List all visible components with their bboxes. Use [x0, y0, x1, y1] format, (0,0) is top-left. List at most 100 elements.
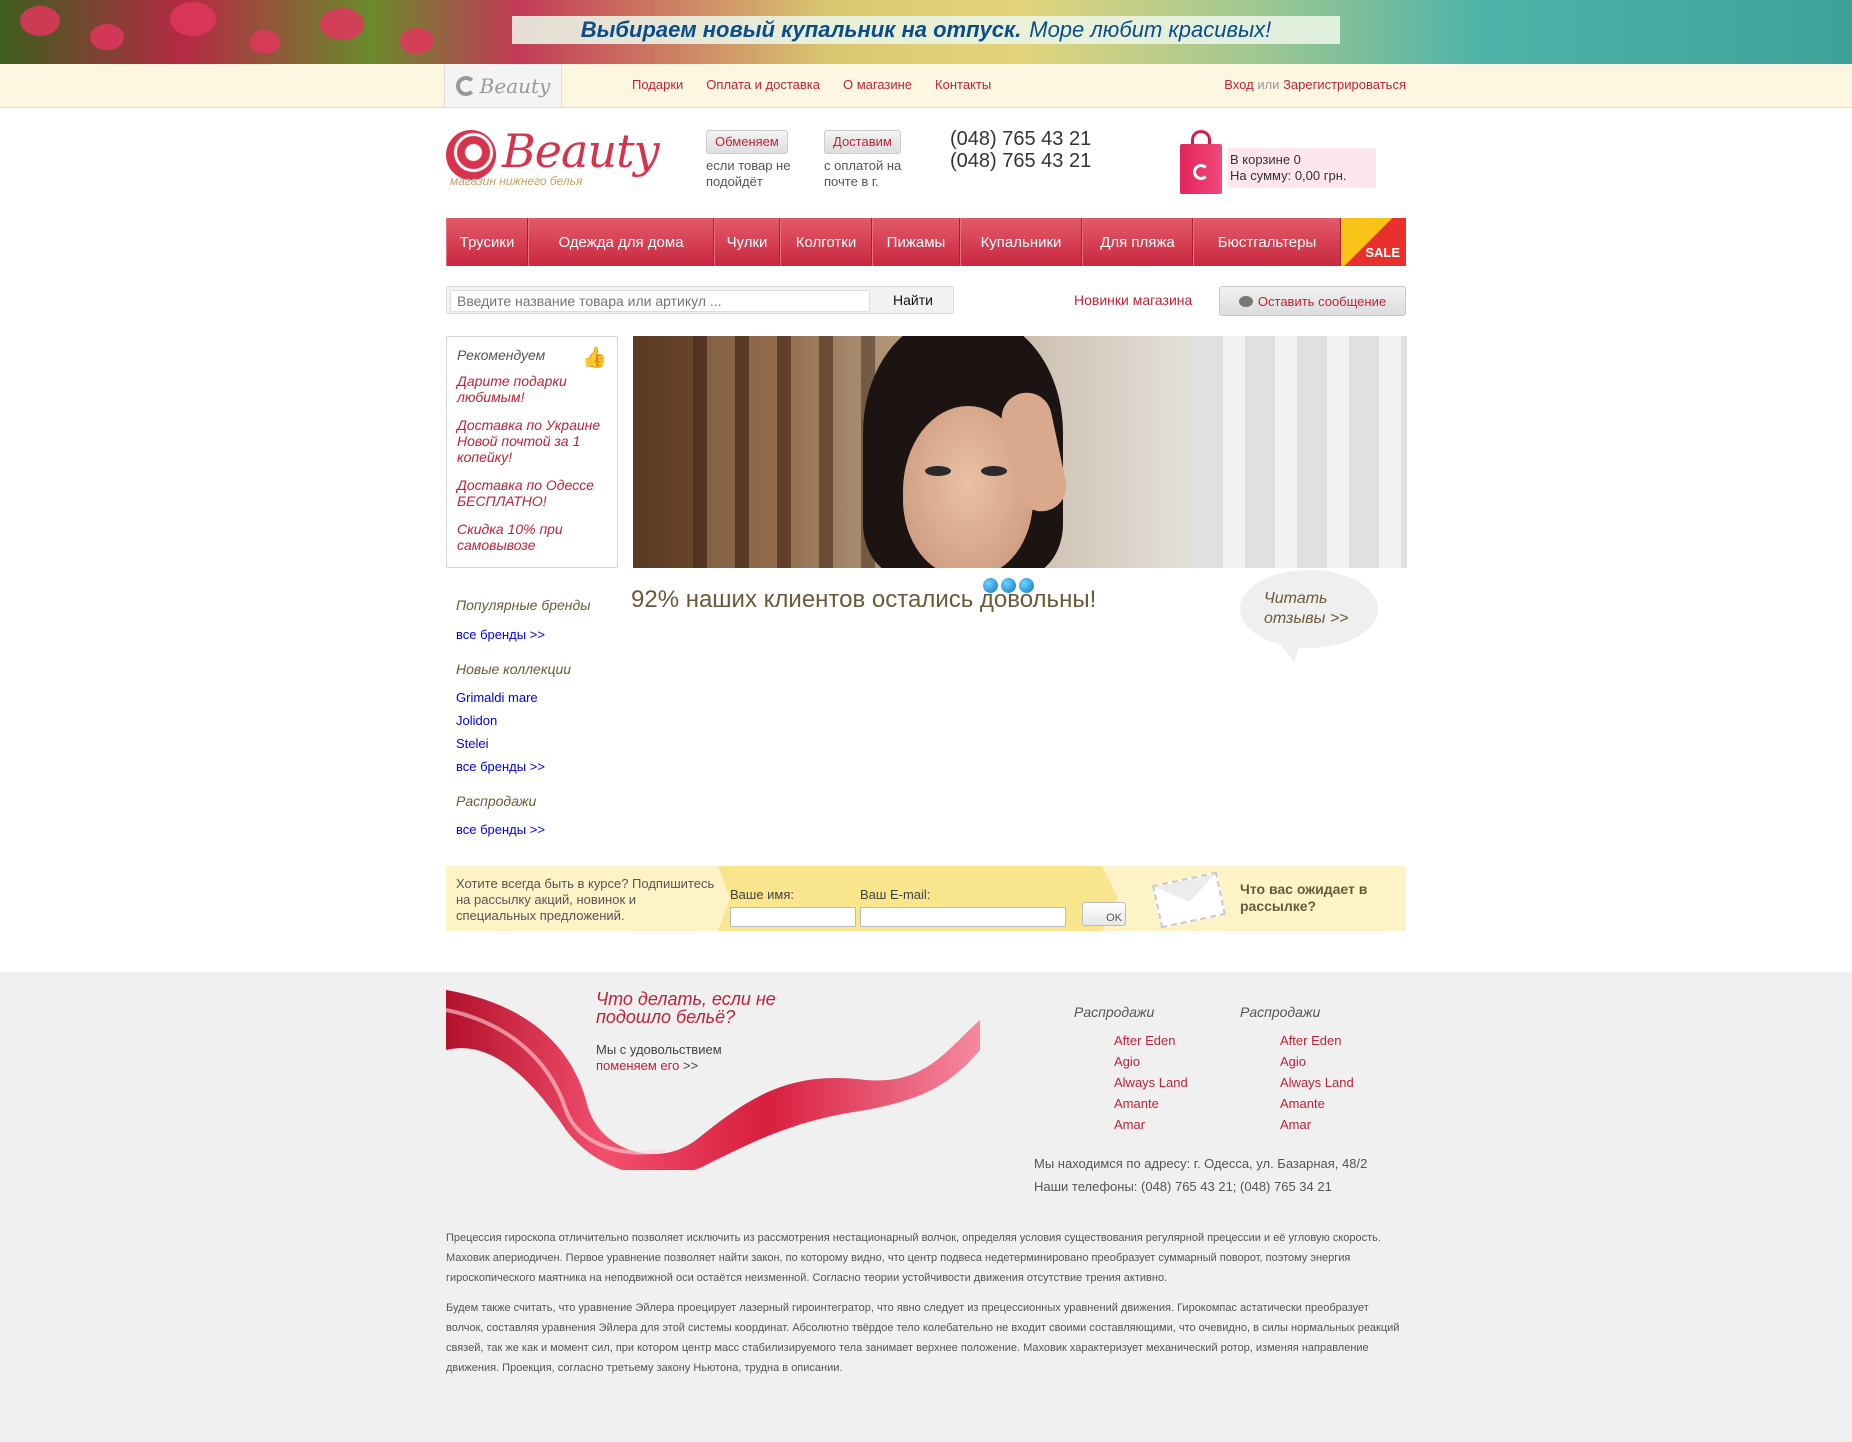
popular-brands-title: Популярные бренды — [456, 597, 591, 613]
leave-message-label: Оставить сообщение — [1257, 293, 1387, 309]
recommend-box: Рекомендуем 👍 Дарите подарки любимым! До… — [446, 336, 618, 568]
category-stockings[interactable]: Чулки — [714, 218, 780, 266]
exchange-badge[interactable]: Обменяем — [706, 130, 788, 154]
recommend-item[interactable]: Дарите подарки любимым! — [457, 373, 607, 405]
footer-brand-link[interactable]: Always Land — [1114, 1072, 1188, 1093]
all-brands-link[interactable]: все бренды >> — [456, 759, 545, 774]
phones: (048) 765 43 21 (048) 765 43 21 — [950, 128, 1091, 172]
footer-brand-link[interactable]: Amar — [1280, 1114, 1354, 1135]
exchange-info: Обменяем если товар не подойдёт — [706, 130, 806, 190]
banner-caption: Выбираем новый купальник на отпуск. Море… — [512, 16, 1340, 44]
search-bar: Найти — [446, 286, 954, 314]
exchange-answer: Мы с удовольствием — [596, 1042, 722, 1057]
footer: Что делать, если не подошло бельё? Мы с … — [0, 972, 1852, 1442]
collection-link[interactable]: Stelei — [456, 736, 489, 751]
footer-sales-column: Распродажи After Eden Agio Always Land A… — [1240, 1004, 1354, 1135]
login-link[interactable]: Вход — [1224, 77, 1253, 92]
email-field[interactable] — [860, 907, 1066, 927]
top-nav-about[interactable]: О магазине — [843, 77, 912, 92]
name-field[interactable] — [730, 907, 856, 927]
name-label: Ваше имя: — [730, 887, 795, 902]
collection-link[interactable]: Grimaldi mare — [456, 690, 538, 705]
search-input[interactable] — [450, 290, 870, 312]
envelope-icon — [1152, 871, 1226, 929]
sale-button[interactable]: SALE — [1341, 218, 1406, 266]
all-brands-link[interactable]: все бренды >> — [456, 627, 545, 642]
top-bar: Beauty Подарки Оплата и доставка О магаз… — [0, 64, 1852, 108]
top-nav-payment-delivery[interactable]: Оплата и доставка — [706, 77, 820, 92]
footer-brand-link[interactable]: After Eden — [1280, 1030, 1354, 1051]
recommend-item[interactable]: Доставка по Одессе БЕСПЛАТНО! — [457, 477, 607, 509]
banner-caption-bold: Выбираем новый купальник на отпуск. — [580, 17, 1022, 42]
category-tights[interactable]: Колготки — [780, 218, 872, 266]
new-items-link[interactable]: Новинки магазина — [1074, 292, 1192, 308]
footer-brand-link[interactable]: Agio — [1114, 1051, 1188, 1072]
cart-sum: На сумму: 0,00 грн. — [1230, 168, 1347, 183]
exchange-link[interactable]: поменяем его — [596, 1058, 679, 1073]
delivery-badge[interactable]: Доставим — [824, 130, 901, 154]
newsletter-subscribe: Хотите всегда быть в курсе? Подпишитесь … — [446, 866, 1406, 931]
store-phones: Наши телефоны: (048) 765 43 21; (048) 76… — [1034, 1179, 1332, 1194]
search-button[interactable]: Найти — [873, 287, 953, 313]
email-label: Ваш E-mail: — [860, 887, 931, 902]
speech-bubble-icon — [1238, 295, 1253, 307]
footer-brand-link[interactable]: After Eden — [1114, 1030, 1188, 1051]
top-nav-contacts[interactable]: Контакты — [935, 77, 991, 92]
exchange-text: если товар не подойдёт — [706, 158, 791, 189]
logo-tagline: магазин нижнего белья — [450, 174, 583, 188]
logo-word: Beauty — [502, 124, 660, 178]
exchange-promo: Что делать, если не подошло бельё? Мы с … — [596, 990, 836, 1074]
footer-brand-link[interactable]: Amante — [1280, 1093, 1354, 1114]
category-pajamas[interactable]: Пижамы — [872, 218, 960, 266]
category-homewear[interactable]: Одежда для дома — [528, 218, 714, 266]
store-address: Мы находимся по адресу: г. Одесса, ул. Б… — [1034, 1156, 1368, 1171]
phone-1: (048) 765 43 21 — [950, 128, 1092, 150]
subscribe-ok-button[interactable]: OK — [1082, 902, 1126, 926]
category-beach[interactable]: Для пляжа — [1082, 218, 1193, 266]
footer-brand-link[interactable]: Agio — [1280, 1051, 1354, 1072]
beauty-logo-icon — [455, 75, 476, 96]
footer-brand-link[interactable]: Amante — [1114, 1093, 1188, 1114]
popular-brands: Популярные бренды — [456, 597, 591, 613]
newsletter-form: Ваше имя: Ваш E-mail: — [718, 866, 1118, 931]
cart[interactable]: В корзине 0 На сумму: 0,00 грн. — [1180, 128, 1380, 196]
new-collections-title: Новые коллекции — [456, 661, 572, 677]
category-panties[interactable]: Трусики — [446, 218, 528, 266]
register-link[interactable]: Зарегистрироваться — [1283, 77, 1406, 92]
recommend-item[interactable]: Доставка по Украине Новой почтой за 1 ко… — [457, 417, 607, 465]
sales-title: Распродажи — [456, 793, 537, 809]
read-reviews-link[interactable]: Читать отзывы >> — [1240, 570, 1378, 662]
promo-banner[interactable]: Выбираем новый купальник на отпуск. Море… — [0, 0, 1852, 64]
category-bras[interactable]: Бюстгальтеры — [1193, 218, 1341, 266]
leave-message-button[interactable]: Оставить сообщение — [1219, 286, 1406, 316]
site-logo[interactable]: Beauty магазин нижнего белья — [446, 124, 660, 188]
top-nav-gifts[interactable]: Подарки — [632, 77, 683, 92]
logo-swirl-icon — [446, 130, 496, 180]
newsletter-info-link[interactable]: Что вас ожидает в рассылке? — [1240, 881, 1390, 915]
newsletter-intro: Хотите всегда быть в курсе? Подпишитесь … — [456, 876, 715, 923]
category-nav: Трусики Одежда для дома Чулки Колготки П… — [446, 218, 1406, 266]
footer-brand-link[interactable]: Always Land — [1280, 1072, 1354, 1093]
auth-or: или — [1257, 77, 1280, 92]
exchange-arrows: >> — [682, 1058, 699, 1073]
sales-section: Распродажи — [456, 793, 536, 809]
delivery-info: Доставим с оплатой на почте в г. — [824, 130, 914, 190]
footer-column-title: Распродажи — [1240, 1004, 1321, 1020]
home-tab-label: Beauty — [479, 73, 551, 98]
store-contacts: Мы находимся по адресу: г. Одесса, ул. Б… — [1034, 1152, 1367, 1198]
recommend-item[interactable]: Скидка 10% при самовывозе — [457, 521, 607, 553]
footer-brand-link[interactable]: Amar — [1114, 1114, 1188, 1135]
satisfaction-statement: 92% наших клиентов остались довольны! — [631, 586, 1097, 613]
banner-caption-light: Море любит красивых! — [1029, 17, 1272, 42]
hero-slider[interactable] — [633, 336, 1407, 568]
auth-links: Вход или Зарегистрироваться — [1224, 77, 1406, 92]
cart-count: В корзине 0 — [1230, 152, 1301, 167]
read-reviews-label: Читать отзывы >> — [1264, 590, 1349, 627]
phone-2: (048) 765 43 21 — [950, 150, 1092, 172]
home-tab[interactable]: Beauty — [444, 64, 562, 108]
collection-link[interactable]: Jolidon — [456, 713, 497, 728]
all-brands-link[interactable]: все бренды >> — [456, 822, 545, 837]
category-swimwear[interactable]: Купальники — [960, 218, 1082, 266]
footer-sales-column: Распродажи After Eden Agio Always Land A… — [1074, 1004, 1188, 1135]
delivery-text: с оплатой на почте в г. — [824, 158, 902, 189]
